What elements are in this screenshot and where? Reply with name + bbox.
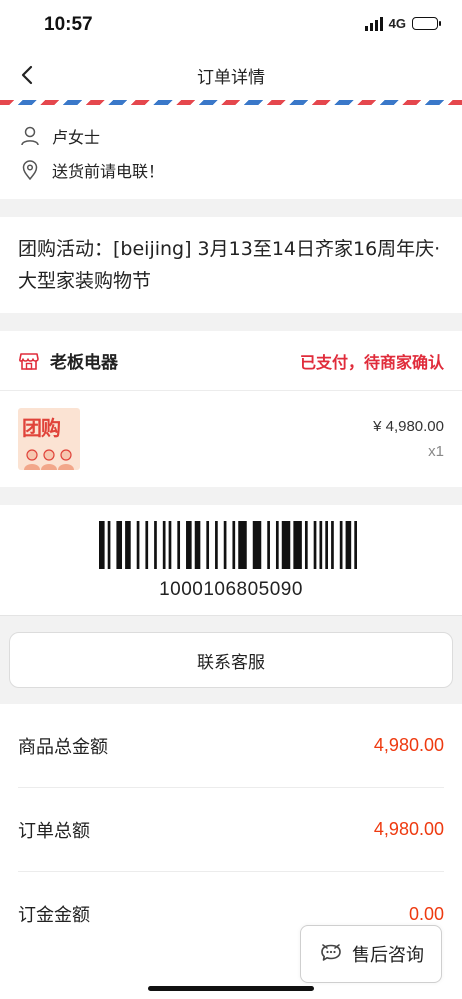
shop-header[interactable]: 老板电器 已支付，待商家确认 [0, 331, 462, 391]
status-icons: 4G [364, 16, 441, 31]
product-quantity: x1 [428, 443, 444, 460]
amount-label: 订单总额 [18, 820, 90, 842]
status-time: 10:57 [44, 14, 93, 35]
product-item[interactable]: 团购 ¥ 4,980.00 x1 [0, 391, 462, 487]
group-people-icon [24, 449, 74, 470]
contact-section: 卢女士 送货前请电联！ [0, 105, 462, 199]
amount-row-goods-total: 商品总金额 4,980.00 [18, 704, 444, 788]
product-thumbnail: 团购 [18, 408, 80, 470]
amount-list: 商品总金额 4,980.00 订单总额 4,980.00 订金金额 0.00 [0, 704, 462, 956]
location-pin-icon [18, 158, 42, 182]
barcode-number: 1000106805090 [159, 579, 303, 600]
barcode-image [99, 521, 357, 569]
status-bar: 10:57 4G [0, 0, 462, 50]
contact-name-row: 卢女士 [18, 119, 444, 153]
network-type: 4G [388, 16, 406, 31]
battery-icon [412, 17, 441, 30]
contact-address: 送货前请电联！ [52, 162, 165, 181]
contact-customer-service-button[interactable]: 联系客服 [9, 632, 453, 688]
section-gap [0, 313, 462, 331]
amount-value: 0.00 [408, 903, 444, 924]
amount-row-order-total: 订单总额 4,980.00 [18, 788, 444, 872]
back-arrow-icon[interactable] [16, 63, 40, 87]
customer-service-area: 联系客服 [0, 615, 462, 704]
home-indicator [148, 986, 314, 991]
barcode-section: 1000106805090 [0, 505, 462, 615]
amount-label: 订金金额 [18, 905, 90, 926]
amount-label: 商品总金额 [18, 736, 108, 758]
price-column: ¥ 4,980.00 x1 [373, 418, 444, 460]
contact-address-row: 送货前请电联！ [18, 153, 444, 187]
amount-value: 4,980.00 [373, 819, 444, 839]
amount-value: 4,980.00 [373, 735, 444, 755]
customer-service-chat-icon [318, 939, 344, 969]
shop-icon [18, 350, 40, 372]
page-title: 订单详情 [197, 67, 265, 88]
signal-icon [364, 16, 383, 31]
navigation-bar: 订单详情 [0, 50, 462, 100]
person-icon [18, 124, 42, 148]
after-sale-label: 售后咨询 [352, 945, 424, 966]
product-price: ¥ 4,980.00 [373, 418, 444, 435]
section-gap [0, 487, 462, 505]
order-status: 已支付，待商家确认 [299, 352, 444, 372]
contact-name: 卢女士 [52, 128, 101, 147]
shop-name: 老板电器 [50, 353, 118, 373]
group-buy-activity: 团购活动：[beijing] 3月13至14日齐家16周年庆·大型家装购物节 [18, 238, 441, 292]
thumbnail-text: 团购 [22, 416, 61, 440]
after-sale-consult-button[interactable]: 售后咨询 [300, 925, 442, 983]
section-gap [0, 199, 462, 217]
